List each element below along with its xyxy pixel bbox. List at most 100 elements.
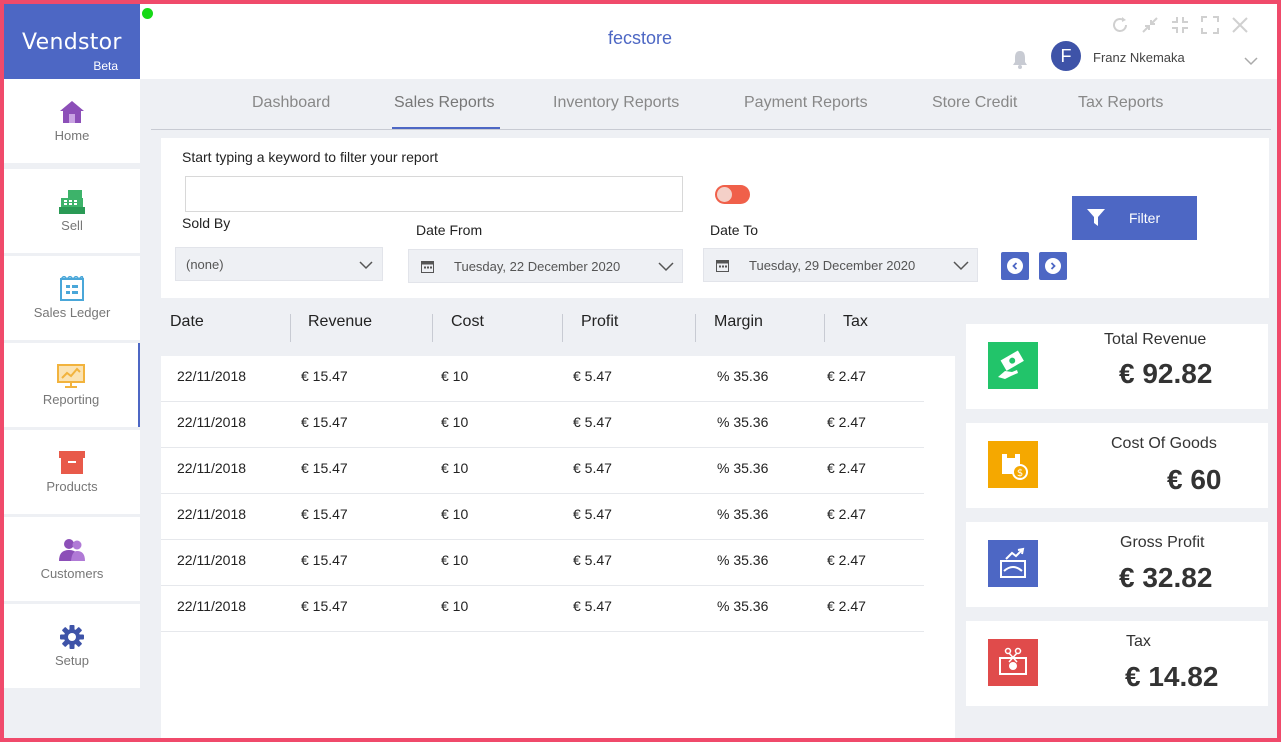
cell-margin: % 35.36 [717,506,769,522]
cell-tax: € 2.47 [827,506,866,522]
card-amount: € 32.82 [1119,562,1213,593]
sidebar-item-home[interactable]: Home [4,79,140,163]
sidebar-item-products[interactable]: Products [4,430,140,514]
cell-tax: € 2.47 [827,552,866,568]
column-header-cost[interactable]: Cost [451,313,484,331]
tab-dashboard[interactable]: Dashboard [252,94,330,112]
sidebar-item-customers[interactable]: Customers [4,517,140,601]
date-from-value: Tuesday, 22 December 2020 [454,259,621,274]
card-amount: € 60 [1167,464,1222,495]
sidebar-item-sell[interactable]: Sell [4,169,140,253]
box-icon [58,450,86,476]
box-dollar-icon: $ [988,441,1038,488]
report-tabs: Dashboard Sales Reports Inventory Report… [151,79,1271,130]
money-hand-icon [988,342,1038,389]
previous-period-button[interactable] [1001,252,1029,280]
calendar-icon [716,259,729,275]
cell-date: 22/11/2018 [177,552,247,568]
customers-icon [58,537,86,563]
cell-date: 22/11/2018 [177,368,247,384]
sidebar-item-setup[interactable]: Setup [4,604,140,688]
bell-icon[interactable] [1011,50,1029,74]
sidebar-item-reporting[interactable]: Reporting [4,343,140,427]
tab-tax-reports[interactable]: Tax Reports [1078,94,1163,112]
chevron-down-icon [359,258,373,273]
cell-revenue: € 15.47 [301,506,348,522]
filter-panel: Start typing a keyword to filter your re… [161,138,1269,298]
sidebar-item-label: Sales Ledger [33,305,111,320]
cell-margin: % 35.36 [717,598,769,614]
sidebar-item-label: Customers [40,566,104,581]
card-title: Cost Of Goods [1111,435,1217,452]
cell-tax: € 2.47 [827,598,866,614]
chevron-left-icon [1011,257,1019,275]
close-icon[interactable] [1231,16,1249,39]
cell-cost: € 10 [441,414,469,430]
sidebar-item-label: Products [46,479,98,494]
table-row[interactable]: 22/11/2018 € 15.47 € 10 € 5.47 % 35.36 €… [161,402,924,448]
refresh-icon[interactable] [1111,16,1129,39]
tab-payment-reports[interactable]: Payment Reports [744,94,868,112]
tax-card: Tax € 14.82 [966,621,1268,706]
card-title: Total Revenue [1104,331,1207,348]
tab-sales-reports[interactable]: Sales Reports [394,94,495,112]
card-amount: € 92.82 [1119,358,1213,389]
table-header: Date Revenue Cost Profit Margin Tax [161,298,955,356]
expand-icon[interactable] [1201,16,1219,39]
date-to-picker[interactable]: Tuesday, 29 December 2020 [703,248,978,282]
card-amount: € 14.82 [1125,661,1219,692]
column-header-revenue[interactable]: Revenue [308,313,372,331]
sidebar-item-label: Reporting [42,392,100,407]
next-period-button[interactable] [1039,252,1067,280]
filter-button-label: Filter [1129,210,1161,226]
total-revenue-card: Total Revenue € 92.82 [966,324,1268,409]
column-header-date[interactable]: Date [170,313,204,331]
date-from-label: Date From [416,222,483,238]
keyword-label: Start typing a keyword to filter your re… [182,149,438,165]
table-row[interactable]: 22/11/2018 € 15.47 € 10 € 5.47 % 35.36 €… [161,540,924,586]
svg-text:$: $ [1017,468,1023,479]
column-header-tax[interactable]: Tax [843,313,868,331]
table-row[interactable]: 22/11/2018 € 15.47 € 10 € 5.47 % 35.36 €… [161,586,924,632]
home-icon [58,99,86,125]
chevron-down-icon[interactable] [1244,53,1258,71]
table-row[interactable]: 22/11/2018 € 15.47 € 10 € 5.47 % 35.36 €… [161,356,924,402]
cell-revenue: € 15.47 [301,460,348,476]
cell-date: 22/11/2018 [177,506,247,522]
report-table: 22/11/2018 € 15.47 € 10 € 5.47 % 35.36 €… [161,356,955,738]
user-name[interactable]: Franz Nkemaka [1093,50,1185,65]
sidebar-item-label: Setup [55,653,89,668]
date-from-picker[interactable]: Tuesday, 22 December 2020 [408,249,683,283]
cash-register-icon [58,189,86,215]
cell-revenue: € 15.47 [301,414,348,430]
table-row[interactable]: 22/11/2018 € 15.47 € 10 € 5.47 % 35.36 €… [161,494,924,540]
gear-icon [58,624,86,650]
cell-cost: € 10 [441,552,469,568]
card-title: Gross Profit [1120,534,1205,551]
cell-margin: % 35.36 [717,368,769,384]
store-name: fecstore [607,28,673,48]
cell-date: 22/11/2018 [177,414,247,430]
sold-by-select[interactable]: (none) [175,247,383,281]
filter-toggle[interactable] [715,185,750,204]
profit-chart-icon [988,540,1038,587]
cell-tax: € 2.47 [827,460,866,476]
tab-store-credit[interactable]: Store Credit [932,94,1017,112]
collapse-icon[interactable] [1141,16,1159,39]
column-header-margin[interactable]: Margin [714,313,763,331]
cell-margin: % 35.36 [717,460,769,476]
funnel-icon [1086,208,1106,231]
column-header-profit[interactable]: Profit [581,313,618,331]
app-edition: Beta [93,59,118,73]
tab-inventory-reports[interactable]: Inventory Reports [553,94,679,112]
avatar[interactable]: F [1051,41,1081,71]
cell-profit: € 5.47 [573,414,612,430]
sidebar-item-sales-ledger[interactable]: Sales Ledger [4,256,140,340]
chart-board-icon [57,363,85,389]
keyword-input[interactable] [185,176,683,212]
compress-icon[interactable] [1171,16,1189,39]
table-row[interactable]: 22/11/2018 € 15.47 € 10 € 5.47 % 35.36 €… [161,448,924,494]
column-divider [432,314,433,342]
tax-cut-icon [988,639,1038,686]
filter-button[interactable]: Filter [1072,196,1197,240]
